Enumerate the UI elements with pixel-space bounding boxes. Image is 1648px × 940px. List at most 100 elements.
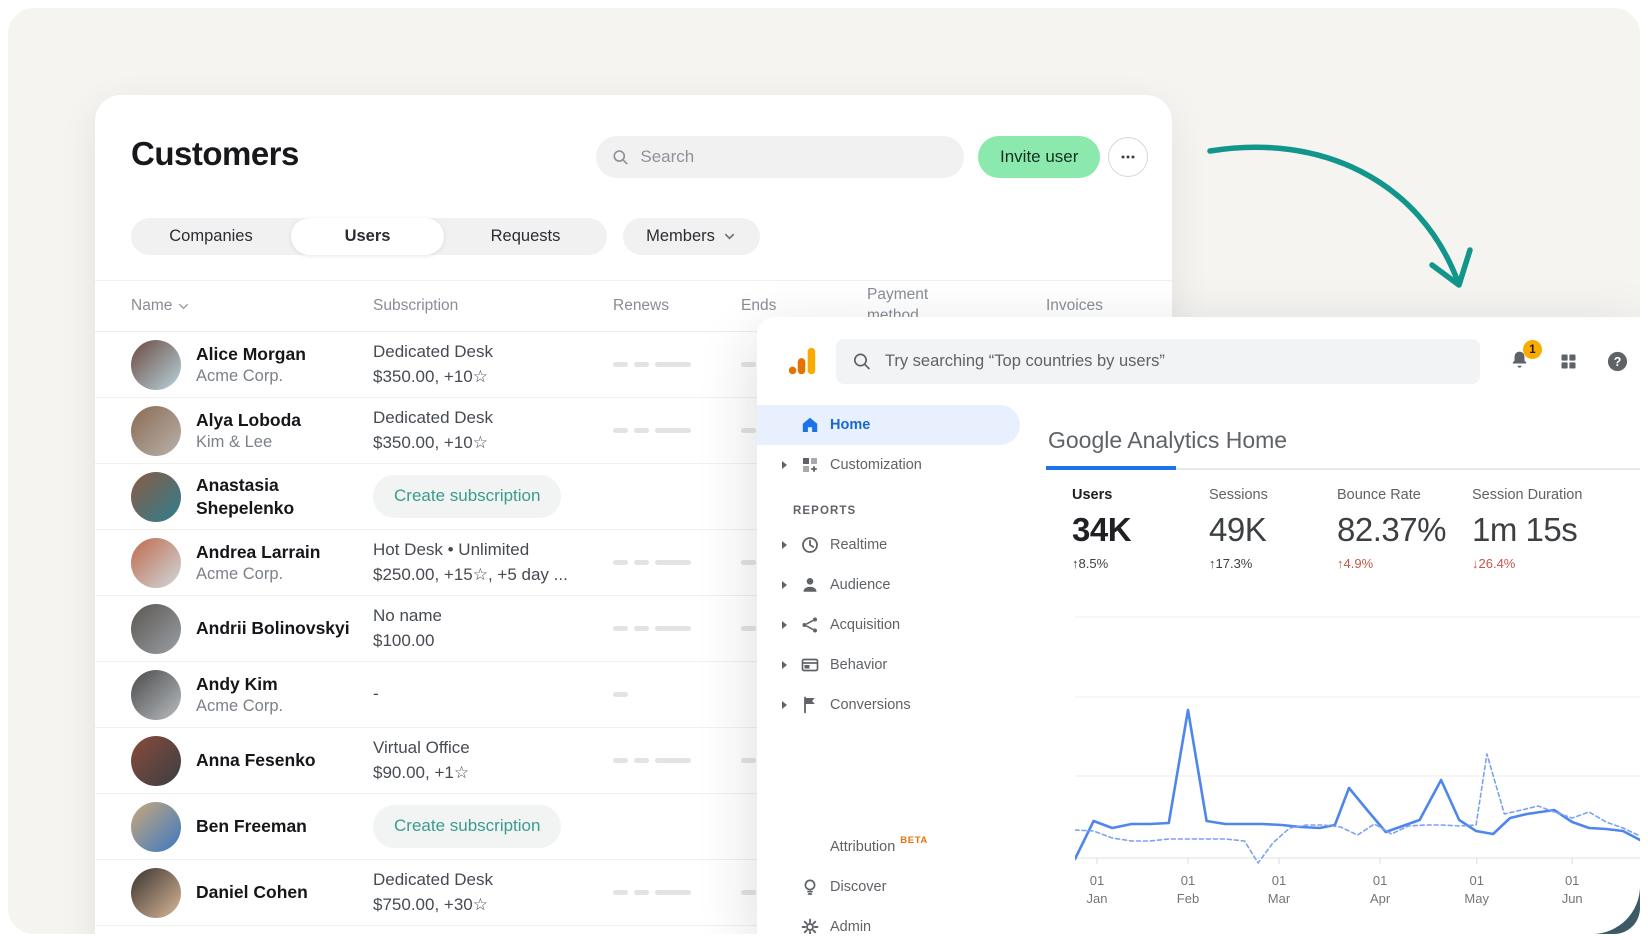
chevron-down-icon: [176, 299, 191, 314]
tab-requests[interactable]: Requests: [444, 218, 607, 255]
expand-arrow-icon[interactable]: [782, 661, 787, 669]
more-options-button[interactable]: [1108, 137, 1148, 177]
member-name: Anastasia Shepelenko: [196, 474, 361, 519]
analytics-page-title: Google Analytics Home: [1048, 427, 1287, 454]
sidebar-item-home[interactable]: Home: [757, 405, 1020, 445]
members-dropdown-label: Members: [646, 227, 715, 246]
column-header-invoices: Invoices: [1046, 297, 1172, 315]
tab-users[interactable]: Users: [291, 218, 444, 255]
placeholder-dash: [634, 428, 649, 433]
member-name: Alice Morgan: [196, 343, 361, 365]
svg-text:?: ?: [1614, 354, 1622, 368]
analytics-sidebar: HomeCustomizationREPORTSRealtimeAudience…: [757, 405, 1020, 934]
placeholder-dash: [634, 890, 649, 895]
sidebar-item-label: Audience: [830, 577, 890, 593]
search-icon: [612, 148, 628, 166]
analytics-search-field[interactable]: [836, 339, 1480, 384]
placeholder-dash: [613, 428, 628, 433]
apps-grid-button[interactable]: [1558, 351, 1579, 372]
x-axis-tick-label: 01May: [1464, 872, 1489, 908]
avatar: [131, 604, 181, 654]
acquisition-icon: [800, 615, 820, 635]
stat-label: Sessions: [1209, 487, 1337, 503]
sidebar-item-realtime[interactable]: Realtime: [757, 525, 1020, 565]
placeholder-dash: [741, 428, 756, 433]
analytics-topbar: 1 ?: [757, 317, 1640, 405]
subscription-plan: Dedicated Desk: [373, 406, 613, 431]
stat-value: 34K: [1072, 511, 1209, 549]
sidebar-item-label: Attribution: [830, 839, 895, 855]
avatar: [131, 868, 181, 918]
sidebar-item-customization[interactable]: Customization: [757, 445, 1020, 485]
analytics-search-input[interactable]: [883, 351, 1464, 372]
x-axis-tick-label: 01Mar: [1268, 872, 1290, 908]
search-field[interactable]: [596, 136, 964, 178]
member-company: Acme Corp.: [196, 697, 361, 716]
stat-delta: ↑4.9%: [1337, 556, 1472, 571]
stat-session-duration[interactable]: Session Duration 1m 15s ↓26.4%: [1472, 487, 1640, 571]
avatar: [131, 340, 181, 390]
subscription-plan: Dedicated Desk: [373, 868, 613, 893]
subscription-price: $90.00, +1☆: [373, 761, 613, 786]
search-input[interactable]: [638, 146, 948, 168]
stat-sessions[interactable]: Sessions 49K ↑17.3%: [1209, 487, 1337, 571]
column-header-ends: Ends: [741, 297, 867, 315]
sidebar-item-attribution[interactable]: AttributionBETA: [757, 827, 1020, 867]
stat-label: Users: [1072, 487, 1209, 503]
column-header-name[interactable]: Name: [131, 297, 373, 315]
stat-users[interactable]: Users 34K ↑8.5%: [1072, 487, 1209, 571]
create-subscription-button[interactable]: Create subscription: [373, 805, 561, 848]
traffic-chart: 01Jan01Feb01Mar01Apr01May01Jun: [1075, 580, 1640, 920]
placeholder-dash: [741, 362, 756, 367]
create-subscription-button[interactable]: Create subscription: [373, 475, 561, 518]
chevron-down-icon: [722, 229, 737, 244]
sidebar-item-discover[interactable]: Discover: [757, 867, 1020, 907]
member-name: Alya Loboda: [196, 409, 361, 431]
expand-arrow-icon[interactable]: [782, 461, 787, 469]
sidebar-item-label: Realtime: [830, 537, 887, 553]
active-tab-indicator: [1046, 466, 1176, 470]
stat-bounce-rate[interactable]: Bounce Rate 82.37% ↑4.9%: [1337, 487, 1472, 571]
member-name: Andy Kim: [196, 673, 361, 695]
expand-arrow-icon[interactable]: [782, 541, 787, 549]
stat-label: Bounce Rate: [1337, 487, 1472, 503]
subscription-price: $350.00, +10☆: [373, 365, 613, 390]
help-button[interactable]: ?: [1606, 350, 1629, 373]
expand-arrow-icon[interactable]: [782, 621, 787, 629]
invite-user-button[interactable]: Invite user: [978, 136, 1100, 178]
clock-icon: [800, 535, 820, 555]
sidebar-item-audience[interactable]: Audience: [757, 565, 1020, 605]
subscription-price: $100.00: [373, 629, 613, 654]
stat-value: 82.37%: [1337, 511, 1472, 549]
stat-delta: ↑8.5%: [1072, 556, 1209, 571]
sidebar-item-label: Discover: [830, 879, 886, 895]
member-name: Andrea Larrain: [196, 541, 361, 563]
stat-delta: ↓26.4%: [1472, 556, 1640, 571]
expand-arrow-icon[interactable]: [782, 701, 787, 709]
placeholder-dash: [613, 626, 628, 631]
placeholder-dash: [655, 890, 691, 895]
x-axis-tick-label: 01Feb: [1177, 872, 1199, 908]
placeholder-dash: [741, 626, 756, 631]
tab-companies[interactable]: Companies: [131, 218, 291, 255]
sidebar-item-conversions[interactable]: Conversions: [757, 685, 1020, 725]
renews-cell: [613, 626, 741, 631]
member-company: Acme Corp.: [196, 565, 361, 584]
placeholder-dash: [613, 362, 628, 367]
search-icon: [852, 351, 871, 371]
placeholder-dash: [655, 758, 691, 763]
members-dropdown[interactable]: Members: [623, 218, 760, 255]
sidebar-item-acquisition[interactable]: Acquisition: [757, 605, 1020, 645]
placeholder-dash: [655, 428, 691, 433]
subscription-price: $750.00, +30☆: [373, 893, 613, 918]
sidebar-item-admin[interactable]: Admin: [757, 907, 1020, 934]
sidebar-item-behavior[interactable]: Behavior: [757, 645, 1020, 685]
sidebar-spacer: [757, 725, 1020, 827]
help-icon: ?: [1606, 350, 1629, 373]
notification-badge: 1: [1523, 340, 1542, 359]
stats-row: Users 34K ↑8.5%Sessions 49K ↑17.3%Bounce…: [1072, 487, 1640, 571]
notifications-button[interactable]: 1: [1508, 347, 1531, 375]
customize-icon: [800, 455, 820, 475]
column-header-renews: Renews: [613, 297, 741, 315]
expand-arrow-icon[interactable]: [782, 581, 787, 589]
